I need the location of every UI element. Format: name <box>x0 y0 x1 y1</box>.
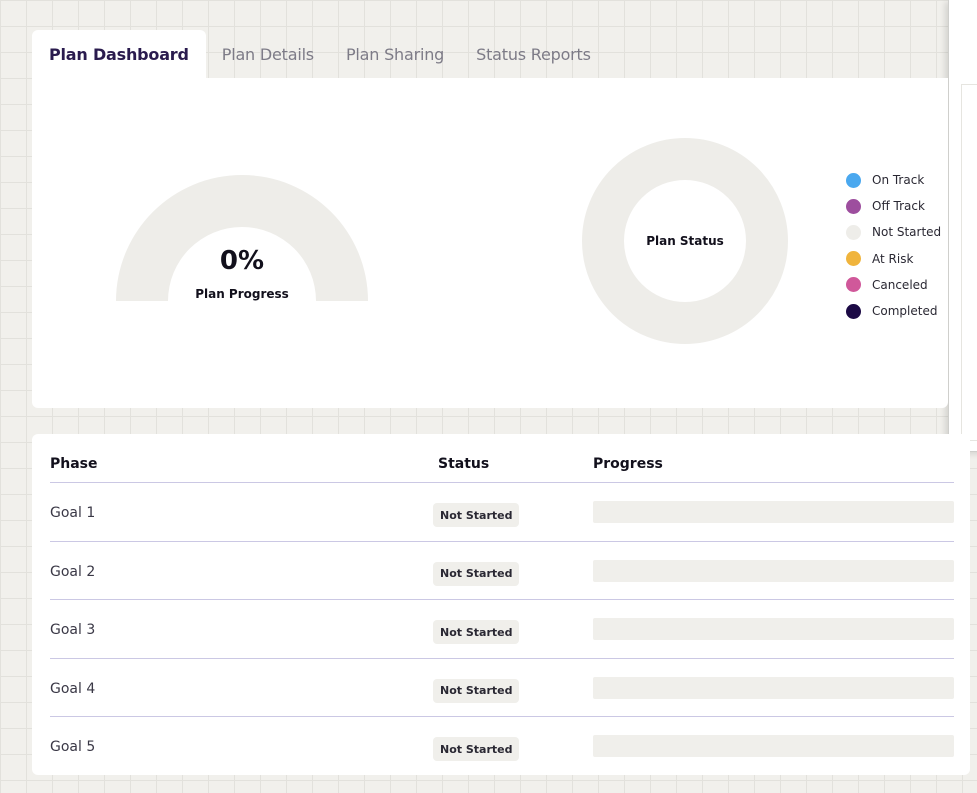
legend-item-completed: Completed <box>846 298 941 324</box>
header-phase: Phase <box>50 456 98 472</box>
tab-plan-dashboard[interactable]: Plan Dashboard <box>32 30 206 78</box>
tab-plan-details[interactable]: Plan Details <box>206 30 330 78</box>
tab-status-reports[interactable]: Status Reports <box>460 30 607 78</box>
legend-dot <box>846 172 861 188</box>
legend-label: At Risk <box>872 251 914 266</box>
phase-name: Goal 5 <box>50 739 96 755</box>
phase-name: Goal 1 <box>50 505 96 521</box>
status-badge: Not Started <box>433 678 520 703</box>
status-badge: Not Started <box>433 561 520 586</box>
table-row[interactable]: Goal 2 Not Started <box>50 542 954 600</box>
progress-bar <box>593 559 954 582</box>
phase-name: Goal 2 <box>50 563 96 580</box>
legend-item-at-risk: At Risk <box>846 246 941 272</box>
header-status: Status <box>438 456 490 472</box>
progress-bar <box>593 676 954 699</box>
legend-label: Canceled <box>872 277 928 292</box>
legend-item-off-track: Off Track <box>846 193 941 219</box>
progress-bar <box>593 618 954 640</box>
status-legend: On Track Off Track Not Started At Risk C… <box>846 167 941 324</box>
plan-status-label: Plan Status <box>646 234 724 248</box>
status-badge: Not Started <box>433 737 520 761</box>
progress-bar <box>593 735 954 757</box>
table-row[interactable]: Goal 1 Not Started <box>50 483 954 542</box>
legend-label: Completed <box>872 304 938 319</box>
plan-progress-value: 0% <box>219 246 265 276</box>
legend-dot <box>846 277 861 293</box>
header-progress: Progress <box>593 456 663 472</box>
legend-item-not-started: Not Started <box>846 219 941 245</box>
legend-dot <box>846 251 861 267</box>
table-row[interactable]: Goal 3 Not Started <box>50 600 954 659</box>
overlapping-side-panel <box>948 0 977 452</box>
phase-name: Goal 4 <box>50 680 96 697</box>
tab-plan-sharing[interactable]: Plan Sharing <box>330 30 460 78</box>
side-panel-inner-frame <box>961 84 977 441</box>
phase-name: Goal 3 <box>50 622 96 638</box>
status-badge: Not Started <box>433 503 520 527</box>
plan-progress-gauge <box>116 175 368 301</box>
legend-item-on-track: On Track <box>846 167 941 193</box>
legend-item-canceled: Canceled <box>846 272 941 298</box>
status-badge: Not Started <box>433 620 520 644</box>
gauge-track <box>116 175 368 301</box>
plan-progress-label: Plan Progress <box>195 287 289 301</box>
phase-table: Phase Status Progress Goal 1 Not Started… <box>32 434 970 775</box>
legend-label: Not Started <box>872 225 942 240</box>
legend-label: On Track <box>872 173 925 188</box>
table-row[interactable]: Goal 4 Not Started <box>50 659 954 717</box>
legend-dot <box>846 303 861 319</box>
progress-bar <box>593 501 954 523</box>
plan-tabs: Plan Dashboard Plan Details Plan Sharing… <box>32 30 607 78</box>
legend-dot <box>846 224 861 240</box>
legend-dot <box>846 198 861 214</box>
legend-label: Off Track <box>872 199 925 214</box>
table-row[interactable]: Goal 5 Not Started <box>50 717 954 776</box>
table-header: Phase Status Progress <box>50 434 954 483</box>
dashboard-card: 0% Plan Progress Plan Status On Track Of… <box>32 78 948 408</box>
